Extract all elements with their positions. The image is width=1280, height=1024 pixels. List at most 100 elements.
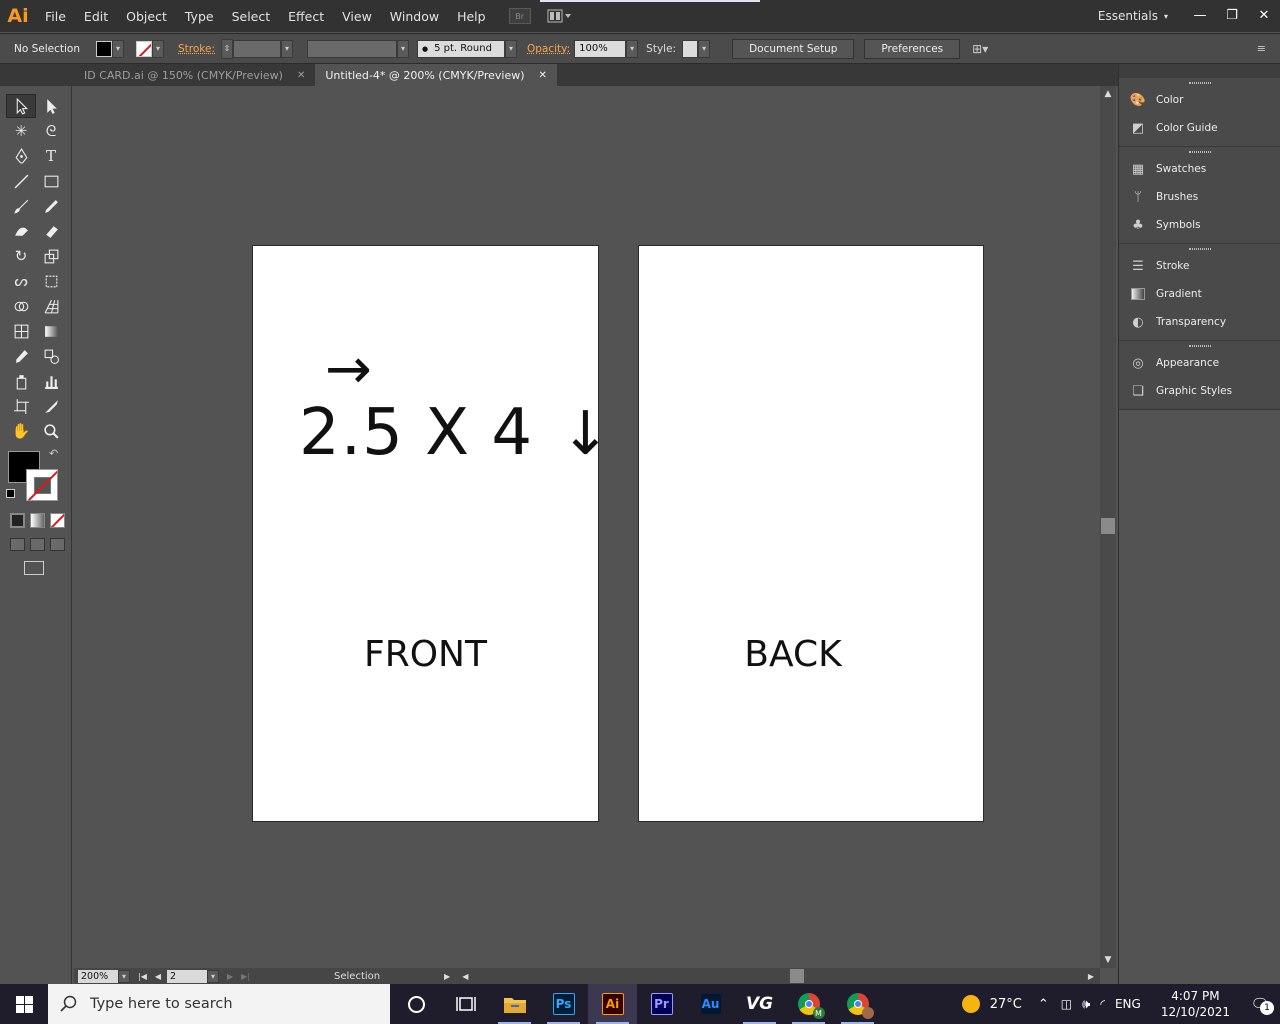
stroke-color-box[interactable] — [26, 469, 58, 501]
volume-icon[interactable]: 🕪 — [1082, 997, 1090, 1012]
panel-symbols[interactable]: ♣ Symbols — [1119, 211, 1280, 239]
gradient-tool-icon[interactable] — [36, 319, 66, 343]
menu-window[interactable]: Window — [381, 0, 448, 32]
scroll-right-icon[interactable]: ▶ — [1088, 972, 1094, 981]
last-artboard-icon[interactable]: ▶| — [241, 972, 250, 981]
clock[interactable]: 4:07 PM 12/10/2021 — [1161, 988, 1230, 1020]
cortana-button[interactable] — [392, 984, 441, 1024]
workspace-switcher[interactable]: Essentials ▾ — [1098, 0, 1168, 32]
blend-tool-icon[interactable] — [36, 344, 66, 368]
tab-id-card[interactable]: ID CARD.ai @ 150% (CMYK/Preview) ✕ — [74, 64, 315, 86]
menu-object[interactable]: Object — [117, 0, 176, 32]
minimize-button[interactable]: — — [1184, 0, 1216, 30]
symbol-sprayer-tool-icon[interactable] — [6, 369, 36, 393]
free-transform-tool-icon[interactable] — [36, 269, 66, 293]
panel-transparency[interactable]: ◐ Transparency — [1119, 308, 1280, 336]
shape-builder-tool-icon[interactable] — [6, 294, 36, 318]
taskbar-chrome-profile[interactable]: M — [784, 984, 833, 1024]
selection-tool-icon[interactable] — [6, 94, 36, 118]
style-swatch[interactable] — [682, 39, 699, 58]
mesh-tool-icon[interactable] — [6, 319, 36, 343]
scale-tool-icon[interactable] — [36, 244, 66, 268]
pen-tool-icon[interactable] — [6, 144, 36, 168]
scroll-left-icon[interactable]: ◀ — [462, 972, 468, 981]
panel-color-guide[interactable]: ◩ Color Guide — [1119, 114, 1280, 142]
stroke-weight-field[interactable] — [233, 39, 281, 58]
taskbar-audition[interactable]: Au — [686, 984, 735, 1024]
variable-width-profile[interactable] — [307, 39, 397, 58]
menu-file[interactable]: File — [36, 0, 75, 32]
artboard-tool-icon[interactable] — [6, 394, 36, 418]
menu-help[interactable]: Help — [448, 0, 495, 32]
type-tool-icon[interactable]: T — [36, 144, 66, 168]
arrange-icon[interactable]: ⊞▾ — [972, 42, 988, 56]
artboard-dropdown[interactable]: ▾ — [207, 969, 220, 983]
panel-swatches[interactable]: ▦ Swatches — [1119, 155, 1280, 183]
tools-panel-grip[interactable] — [0, 86, 71, 94]
status-menu-icon[interactable]: ▶ — [444, 972, 450, 981]
fill-dropdown[interactable]: ▾ — [112, 39, 124, 58]
menu-select[interactable]: Select — [223, 0, 280, 32]
stroke-swatch[interactable] — [136, 40, 152, 57]
taskbar-search[interactable]: Type here to search — [48, 984, 390, 1024]
color-mode-icon[interactable] — [10, 513, 25, 528]
previous-artboard-icon[interactable]: ◀ — [155, 972, 161, 981]
none-mode-icon[interactable] — [50, 513, 65, 528]
taskbar-vg-app[interactable]: VG — [735, 984, 784, 1024]
stroke-weight-dropdown[interactable]: ▾ — [281, 39, 293, 58]
panel-gradient[interactable]: Gradient — [1119, 280, 1280, 308]
line-segment-tool-icon[interactable] — [6, 169, 36, 193]
wifi-icon[interactable]: ◜ — [1100, 997, 1105, 1011]
direct-selection-tool-icon[interactable] — [36, 94, 66, 118]
file-explorer-button[interactable] — [490, 984, 539, 1024]
paintbrush-tool-icon[interactable] — [6, 194, 36, 218]
eraser-tool-icon[interactable] — [36, 219, 66, 243]
style-dropdown[interactable]: ▾ — [698, 39, 711, 58]
blob-brush-tool-icon[interactable] — [6, 219, 36, 243]
stroke-weight-stepper[interactable]: ⇕ — [221, 38, 233, 59]
next-artboard-icon[interactable]: ▶ — [227, 972, 233, 981]
language-indicator[interactable]: ENG — [1115, 997, 1141, 1011]
zoom-tool-icon[interactable] — [36, 419, 66, 443]
variable-width-dropdown[interactable]: ▾ — [397, 39, 409, 58]
stroke-color-dropdown[interactable]: ▾ — [152, 39, 164, 58]
canvas-area[interactable]: → 2.5 X 4 ↓ FRONT BACK — [74, 86, 1100, 968]
rotate-tool-icon[interactable]: ↻ — [6, 244, 36, 268]
taskbar-premiere[interactable]: Pr — [637, 984, 686, 1024]
magic-wand-tool-icon[interactable]: ✳ — [6, 119, 36, 143]
first-artboard-icon[interactable]: |◀ — [138, 972, 147, 981]
chevron-up-icon[interactable]: ⌃ — [1038, 997, 1049, 1012]
brush-dropdown[interactable]: ▾ — [505, 39, 517, 58]
gradient-mode-icon[interactable] — [30, 513, 45, 528]
default-fill-stroke-icon[interactable] — [6, 489, 15, 498]
zoom-dropdown[interactable]: ▾ — [118, 969, 130, 983]
tab-untitled-4[interactable]: Untitled-4* @ 200% (CMYK/Preview) ✕ — [315, 64, 557, 86]
artboard-number-field[interactable]: 2 — [167, 969, 208, 983]
draw-normal-icon[interactable] — [10, 538, 25, 551]
taskbar-photoshop[interactable]: Ps — [539, 984, 588, 1024]
panel-stroke[interactable]: ☰ Stroke — [1119, 252, 1280, 280]
menu-type[interactable]: Type — [176, 0, 223, 32]
notification-center-button[interactable]: 🗨 1 — [1240, 995, 1280, 1015]
slice-tool-icon[interactable] — [36, 394, 66, 418]
perspective-grid-tool-icon[interactable] — [36, 294, 66, 318]
vertical-scrollbar[interactable]: ▲ ▼ — [1100, 86, 1116, 968]
fill-swatch[interactable] — [96, 40, 112, 57]
swap-fill-stroke-icon[interactable]: ↶ — [49, 447, 58, 460]
panel-menu-icon[interactable]: ≡ — [1257, 42, 1266, 55]
screen-mode-icon[interactable] — [24, 561, 44, 575]
start-button[interactable] — [0, 984, 48, 1024]
panel-color[interactable]: 🎨 Color — [1119, 86, 1280, 114]
eyedropper-tool-icon[interactable] — [6, 344, 36, 368]
weather-widget[interactable]: 27°C — [961, 995, 1022, 1013]
dock-header[interactable] — [1119, 64, 1280, 78]
preferences-button[interactable]: Preferences — [864, 38, 961, 59]
warp-tool-icon[interactable]: ᔕ — [6, 269, 36, 293]
pencil-tool-icon[interactable] — [36, 194, 66, 218]
tab-close-icon[interactable]: ✕ — [297, 70, 305, 81]
scroll-down-icon[interactable]: ▼ — [1100, 955, 1116, 965]
zoom-field[interactable]: 200% — [78, 969, 118, 983]
opacity-field[interactable]: 100% — [574, 39, 627, 58]
menu-edit[interactable]: Edit — [75, 0, 117, 32]
meet-now-icon[interactable]: ◫ — [1061, 997, 1072, 1011]
